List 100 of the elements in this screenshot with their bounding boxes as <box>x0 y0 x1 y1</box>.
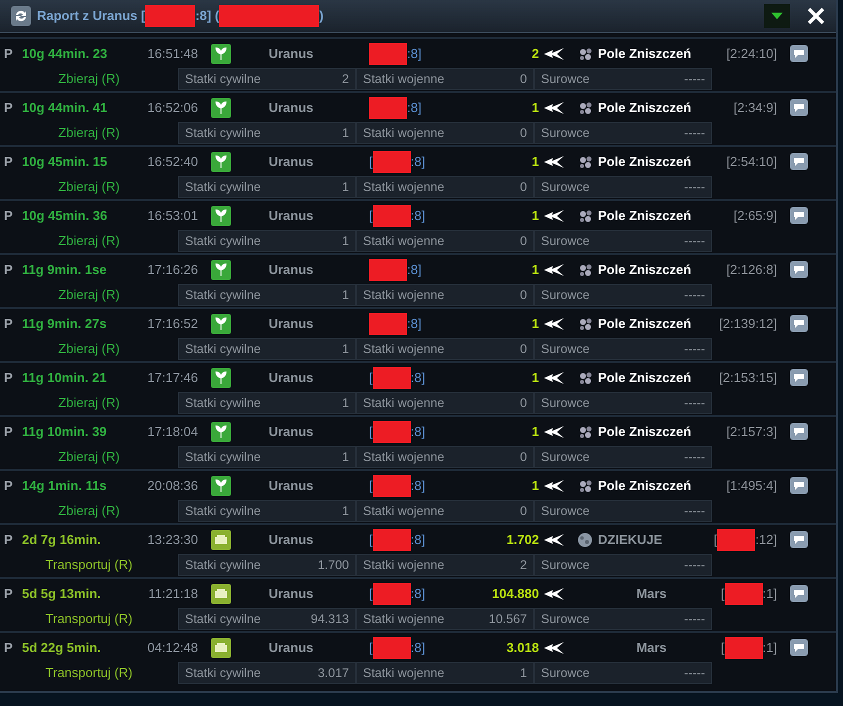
ship-count: 1 <box>530 154 539 170</box>
value-text: 1.700 <box>318 558 349 572</box>
chat-icon[interactable] <box>790 477 808 494</box>
label-text: Statki cywilne <box>185 666 261 680</box>
fleet-icon <box>543 100 565 116</box>
action-text: Transportuj (R) <box>44 611 134 627</box>
planet-name: Uranus <box>268 532 314 548</box>
debris-icon <box>577 262 593 278</box>
chat-icon[interactable] <box>790 45 808 62</box>
chat-icon[interactable] <box>790 207 808 224</box>
duration-text: 5d 5g 13min. <box>22 586 102 602</box>
coordinates-text: [ <box>369 370 373 386</box>
value-text: 1 <box>342 126 349 140</box>
coordinates-text: [2:24:10] <box>726 46 777 62</box>
duration-text: 11g 9min. 1se <box>22 262 108 278</box>
flag-label: P <box>3 46 14 62</box>
destination-name: Pole Zniszczeń <box>597 208 692 224</box>
chat-icon[interactable] <box>790 423 808 440</box>
chat-icon[interactable] <box>790 315 808 332</box>
label-text: Statki cywilne <box>185 504 261 518</box>
planet-name: Uranus <box>268 424 314 440</box>
flag-label: P <box>3 478 14 494</box>
coordinates-text: :8] <box>410 478 426 494</box>
debris-icon <box>577 478 593 494</box>
debris-icon <box>577 370 593 386</box>
label-text: Surowce <box>541 288 590 302</box>
chat-icon[interactable] <box>790 153 808 170</box>
time-text: 16:53:01 <box>146 208 199 224</box>
planet-name: Uranus <box>268 208 314 224</box>
leaf-icon <box>211 476 231 496</box>
time-text: 04:12:48 <box>146 640 199 656</box>
fleet-icon <box>543 262 565 278</box>
time-text: 20:08:36 <box>146 478 199 494</box>
time-text: 17:16:26 <box>146 262 199 278</box>
action-text: Zbieraj (R) <box>57 233 121 249</box>
coordinates-text: :8] <box>410 586 426 602</box>
time-text: 17:17:46 <box>146 370 199 386</box>
fleet-icon <box>543 478 565 494</box>
coordinates-text: [ <box>369 478 373 494</box>
planet-name: Uranus <box>268 586 314 602</box>
leaf-icon <box>211 44 231 64</box>
label-text: Statki cywilne <box>185 72 261 86</box>
debris-icon <box>577 424 593 440</box>
time-text: 17:16:52 <box>146 316 199 332</box>
refresh-icon[interactable] <box>11 6 31 26</box>
value-text: 1 <box>342 396 349 410</box>
value-text: ----- <box>684 396 705 410</box>
coordinates-text: :8] <box>407 46 422 62</box>
label-text: Statki wojenne <box>363 342 444 356</box>
debris-icon <box>577 154 593 170</box>
value-text: ----- <box>684 342 705 356</box>
chat-icon[interactable] <box>790 99 808 116</box>
destination-name: Mars <box>635 640 668 656</box>
coordinates-text: :1] <box>762 640 777 656</box>
duration-text: 11g 9min. 27s <box>22 316 108 332</box>
destination-name: Pole Zniszczeń <box>597 262 692 278</box>
flag-label: P <box>3 262 14 278</box>
leaf-icon <box>211 422 231 442</box>
label-text: Surowce <box>541 180 590 194</box>
label-text: Statki wojenne <box>363 126 444 140</box>
value-text: 1 <box>342 234 349 248</box>
duration-text: 11g 10min. 21 <box>22 370 108 386</box>
value-text: 1 <box>342 180 349 194</box>
coordinates-text: [ <box>720 586 725 602</box>
ship-count: 1 <box>530 424 539 440</box>
value-text: 2 <box>342 72 349 86</box>
fleet-icon <box>543 208 565 224</box>
label-text: Statki wojenne <box>363 234 444 248</box>
chat-icon[interactable] <box>790 531 808 548</box>
fleet-icon <box>543 370 565 386</box>
leaf-icon <box>211 152 231 172</box>
fleet-icon <box>543 532 565 548</box>
time-text: 11:21:18 <box>147 586 199 602</box>
action-text: Transportuj (R) <box>44 665 134 681</box>
label-text: Statki wojenne <box>363 558 444 572</box>
destination-name: Pole Zniszczeń <box>597 100 692 116</box>
chat-icon[interactable] <box>790 639 808 656</box>
flag-label: P <box>3 154 14 170</box>
chat-icon[interactable] <box>790 261 808 278</box>
value-text: ----- <box>684 288 705 302</box>
label-text: Surowce <box>541 558 590 572</box>
duration-text: 10g 44min. 41 <box>22 100 108 116</box>
fleet-icon <box>543 154 565 170</box>
label-text: Surowce <box>541 72 590 86</box>
coordinates-text: :8] <box>410 154 426 170</box>
label-text: Statki cywilne <box>185 450 261 464</box>
coordinates-text: :8] <box>410 370 426 386</box>
destination-name: DZIEKUJE <box>597 532 664 548</box>
planet-name: Uranus <box>268 370 314 386</box>
coordinates-text: :8] <box>410 640 426 656</box>
coordinates-text: [ <box>369 154 373 170</box>
close-icon[interactable] <box>806 6 826 26</box>
chat-icon[interactable] <box>790 585 808 602</box>
ship-count: 1 <box>530 262 539 278</box>
coordinates-text: [2:153:15] <box>719 370 777 386</box>
coordinates-text: [2:126:8] <box>726 262 777 278</box>
label-text: Surowce <box>541 504 590 518</box>
coordinates-text: :8] <box>410 532 426 548</box>
action-text: Zbieraj (R) <box>57 395 121 411</box>
chat-icon[interactable] <box>790 369 808 386</box>
